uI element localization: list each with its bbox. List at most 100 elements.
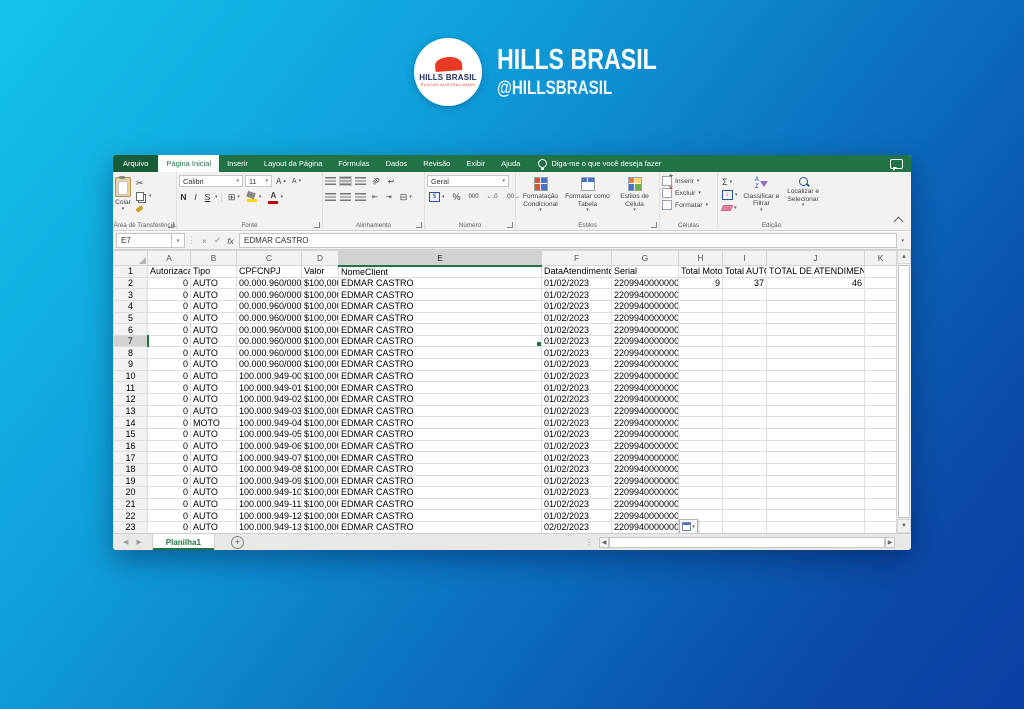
cell-K3[interactable] (865, 289, 897, 301)
row-header-1[interactable]: 1 (114, 266, 148, 278)
conditional-formatting-button[interactable]: Formatação Condicional▾ (518, 175, 563, 219)
ribbon-tab-layout-da-pagina[interactable]: Layout da Página (256, 155, 330, 172)
cell-E20[interactable]: EDMAR CASTRO (339, 487, 542, 499)
cell-H6[interactable] (679, 324, 723, 336)
cell-E1[interactable]: NomeClient (339, 266, 542, 278)
cell-H12[interactable] (679, 394, 723, 406)
cell-G12[interactable]: 220994000000001 (612, 394, 679, 406)
align-top-button[interactable] (325, 177, 336, 185)
cell-E17[interactable]: EDMAR CASTRO (339, 452, 542, 464)
cell-I1[interactable]: Total AUTO (723, 266, 767, 278)
cell-D10[interactable]: $100,000 (302, 370, 339, 382)
row-header-15[interactable]: 15 (114, 428, 148, 440)
accounting-format-button[interactable]: $▾ (427, 191, 447, 203)
cell-D12[interactable]: $100,000 (302, 394, 339, 406)
cell-C5[interactable]: 00.000.960/0001-27 (237, 312, 302, 324)
cell-I10[interactable] (723, 370, 767, 382)
cell-I18[interactable] (723, 463, 767, 475)
cell-K9[interactable] (865, 359, 897, 371)
cell-K10[interactable] (865, 370, 897, 382)
cell-H19[interactable] (679, 475, 723, 487)
cell-A14[interactable]: 0 (148, 417, 191, 429)
cell-E6[interactable]: EDMAR CASTRO (339, 324, 542, 336)
ribbon-tab-dados[interactable]: Dados (378, 155, 416, 172)
expand-formula-bar-icon[interactable]: ▾ (901, 238, 904, 244)
cell-E12[interactable]: EDMAR CASTRO (339, 394, 542, 406)
cell-K20[interactable] (865, 487, 897, 499)
format-as-table-button[interactable]: Formatar como Tabela▾ (565, 175, 610, 219)
cell-B14[interactable]: MOTO (191, 417, 237, 429)
clear-button[interactable]: ▾ (720, 202, 740, 214)
row-header-9[interactable]: 9 (114, 359, 148, 371)
cell-J9[interactable] (767, 359, 865, 371)
number-format-combo[interactable]: Geral▾ (427, 175, 509, 187)
cell-C9[interactable]: 00.000.960/0001-31 (237, 359, 302, 371)
paste-button[interactable]: Colar ▾ (115, 175, 131, 215)
cell-F1[interactable]: DataAtendimento (542, 266, 612, 278)
cell-B9[interactable]: AUTO (191, 359, 237, 371)
cell-J2[interactable]: 46 (767, 277, 865, 289)
cell-B13[interactable]: AUTO (191, 405, 237, 417)
cell-E19[interactable]: EDMAR CASTRO (339, 475, 542, 487)
cell-F16[interactable]: 01/02/2023 (542, 440, 612, 452)
cell-E13[interactable]: EDMAR CASTRO (339, 405, 542, 417)
cell-D1[interactable]: Valor (302, 266, 339, 278)
ribbon-tab-pagina-inicial[interactable]: Página Inicial (158, 155, 219, 172)
dialog-launcher-icon[interactable] (416, 222, 422, 228)
column-header-a[interactable]: A (148, 251, 191, 266)
column-header-b[interactable]: B (191, 251, 237, 266)
cell-B10[interactable]: AUTO (191, 370, 237, 382)
cell-J5[interactable] (767, 312, 865, 324)
align-middle-button[interactable] (340, 177, 351, 185)
cell-B18[interactable]: AUTO (191, 463, 237, 475)
cell-C13[interactable]: 100.000.949-03 (237, 405, 302, 417)
row-header-3[interactable]: 3 (114, 289, 148, 301)
cell-A16[interactable]: 0 (148, 440, 191, 452)
cell-F20[interactable]: 01/02/2023 (542, 487, 612, 499)
cell-K8[interactable] (865, 347, 897, 359)
insert-function-icon[interactable]: fx (224, 236, 237, 246)
cell-H18[interactable] (679, 463, 723, 475)
cell-B3[interactable]: AUTO (191, 289, 237, 301)
cut-button[interactable]: ✂ (134, 177, 154, 189)
cell-F15[interactable]: 01/02/2023 (542, 428, 612, 440)
dialog-launcher-icon[interactable] (507, 222, 513, 228)
paste-options-button[interactable]: ▾ (679, 519, 698, 533)
cell-K11[interactable] (865, 382, 897, 394)
align-right-button[interactable] (355, 193, 366, 201)
align-bottom-button[interactable] (355, 177, 366, 185)
cell-C21[interactable]: 100.000.949-11 (237, 498, 302, 510)
row-header-19[interactable]: 19 (114, 475, 148, 487)
ribbon-tab-inserir[interactable]: Inserir (219, 155, 256, 172)
dialog-launcher-icon[interactable] (168, 222, 174, 228)
cell-E21[interactable]: EDMAR CASTRO (339, 498, 542, 510)
select-all-corner[interactable] (114, 251, 148, 266)
cell-J4[interactable] (767, 300, 865, 312)
cell-K14[interactable] (865, 417, 897, 429)
format-painter-button[interactable] (134, 203, 154, 215)
delete-cells-button[interactable]: Excluir▾ (662, 187, 715, 199)
cell-J11[interactable] (767, 382, 865, 394)
cancel-entry-icon[interactable]: × (198, 236, 211, 246)
cell-D6[interactable]: $100,000 (302, 324, 339, 336)
cell-C10[interactable]: 100.000.949-00 (237, 370, 302, 382)
cell-I15[interactable] (723, 428, 767, 440)
column-header-k[interactable]: K (865, 251, 897, 266)
cell-B20[interactable]: AUTO (191, 487, 237, 499)
ribbon-tab-formulas[interactable]: Fórmulas (330, 155, 377, 172)
cell-B19[interactable]: AUTO (191, 475, 237, 487)
cell-E15[interactable]: EDMAR CASTRO (339, 428, 542, 440)
vertical-scroll-thumb[interactable] (898, 265, 910, 518)
cell-G8[interactable]: 220994000000001 (612, 347, 679, 359)
cell-F6[interactable]: 01/02/2023 (542, 324, 612, 336)
cell-G20[interactable]: 220994000000001 (612, 487, 679, 499)
cell-K15[interactable] (865, 428, 897, 440)
cell-A18[interactable]: 0 (148, 463, 191, 475)
format-cells-button[interactable]: Formatar▾ (662, 199, 715, 211)
cell-C22[interactable]: 100.000.949-12 (237, 510, 302, 522)
cell-J7[interactable] (767, 335, 865, 347)
wrap-text-button[interactable]: ↩ (386, 175, 397, 187)
cell-B5[interactable]: AUTO (191, 312, 237, 324)
row-header-17[interactable]: 17 (114, 452, 148, 464)
cell-D16[interactable]: $100,000 (302, 440, 339, 452)
